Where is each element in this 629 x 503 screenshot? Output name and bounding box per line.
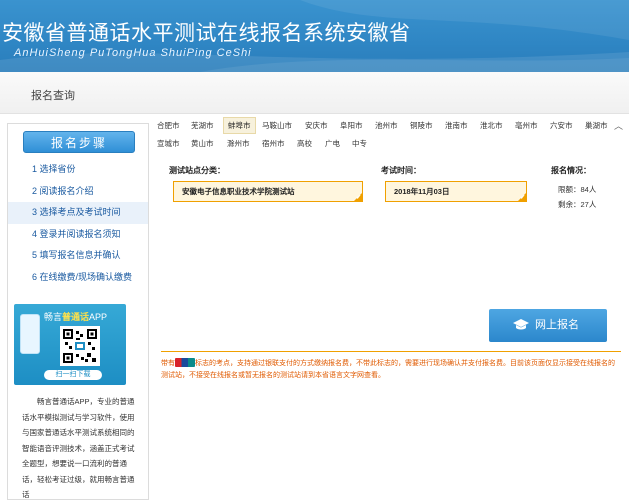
city-link[interactable]: 宣城市	[157, 138, 180, 149]
city-link[interactable]: 安庆市	[305, 120, 328, 131]
city-link[interactable]: 宿州市	[262, 138, 285, 149]
exam-time-value: 2018年11月03日	[394, 187, 450, 196]
check-icon: ✔	[355, 195, 361, 201]
unionpay-icon	[175, 358, 195, 367]
graduation-cap-icon	[513, 319, 529, 330]
notice-prefix: 带有	[161, 360, 175, 367]
breadcrumb-query-link[interactable]: 报名查询	[31, 87, 75, 103]
quota-text: 限额：84人	[558, 185, 597, 194]
city-link[interactable]: 滁州市	[227, 138, 250, 149]
online-signup-button[interactable]: 网上报名	[489, 309, 607, 342]
steps-button[interactable]: 报名步骤	[23, 131, 135, 153]
site-subtitle: AnHuiSheng PuTongHua ShuiPing CeShi	[14, 47, 252, 59]
scan-download-label: 扫一扫下载	[44, 370, 102, 380]
city-link[interactable]: 中专	[352, 138, 367, 149]
city-link[interactable]: 铜陵市	[410, 120, 433, 131]
city-link[interactable]: 阜阳市	[340, 120, 363, 131]
city-link[interactable]: 池州市	[375, 120, 398, 131]
exam-time-label: 考试时间：	[381, 166, 421, 175]
notice-text: 带有 标志的考点，支持通过银联支付的方式缴纳报名费，不带此标志的，需要进行现场确认…	[161, 351, 621, 382]
city-link[interactable]: 广电	[325, 138, 340, 149]
app-description: 畅言普通话APP，专业的普通话水平模拟测试与学习软件，使用与国家普通话水平测试系…	[22, 397, 135, 499]
city-link[interactable]: 马鞍山市	[262, 120, 292, 131]
city-link[interactable]: 亳州市	[515, 120, 538, 131]
sidebar: 报名步骤 1 选择省份 2 阅读报名介绍 3 选择考点及考试时间 4 登录并阅读…	[7, 123, 149, 500]
city-link[interactable]: 巢湖市	[585, 120, 608, 131]
site-category-label: 测试站点分类：	[169, 166, 225, 175]
site-selection[interactable]: 安徽电子信息职业技术学院测试站 ✔	[173, 181, 363, 202]
city-link[interactable]: 芜湖市	[191, 120, 214, 131]
header-banner: 安徽省普通话水平测试在线报名系统安徽省 AnHuiSheng PuTongHua…	[0, 0, 629, 72]
app-download-ad[interactable]: 畅言普通话APP 扫一扫下载	[14, 304, 126, 385]
city-link-selected[interactable]: 蚌埠市	[223, 117, 256, 134]
step-item[interactable]: 1 选择省份	[8, 159, 148, 181]
step-item[interactable]: 2 阅读报名介绍	[8, 181, 148, 203]
steps-list: 1 选择省份 2 阅读报名介绍 3 选择考点及考试时间 4 登录并阅读报名须知 …	[8, 159, 148, 288]
chevron-up-icon[interactable]: ︿	[614, 119, 623, 132]
phone-icon	[20, 314, 40, 354]
app-ad-title: 畅言普通话APP	[44, 312, 108, 322]
site-selection-value: 安徽电子信息职业技术学院测试站	[182, 187, 295, 196]
check-icon: ✔	[519, 195, 525, 201]
step-item[interactable]: 5 填写报名信息并确认	[8, 245, 148, 267]
online-signup-label: 网上报名	[535, 319, 579, 331]
qr-code-icon	[60, 326, 100, 366]
exam-time-selection[interactable]: 2018年11月03日 ✔	[385, 181, 527, 202]
city-link[interactable]: 黄山市	[191, 138, 214, 149]
city-link[interactable]: 高校	[297, 138, 312, 149]
city-link[interactable]: 六安市	[550, 120, 573, 131]
step-item[interactable]: 4 登录并阅读报名须知	[8, 224, 148, 246]
city-link[interactable]: 淮北市	[480, 120, 503, 131]
breadcrumb-bar: 报名查询	[0, 72, 629, 114]
remaining-text: 剩余：27人	[558, 200, 597, 209]
city-link[interactable]: 淮南市	[445, 120, 468, 131]
notice-body: 标志的考点，支持通过银联支付的方式缴纳报名费，不带此标志的，需要进行现场确认并支…	[161, 360, 615, 379]
main-content: 合肥市 芜湖市 蚌埠市 马鞍山市 安庆市 阜阳市 池州市 铜陵市 淮南市 淮北市…	[151, 113, 629, 500]
step-item[interactable]: 6 在线缴费/现场确认缴费	[8, 267, 148, 289]
site-title: 安徽省普通话水平测试在线报名系统安徽省	[2, 21, 411, 45]
step-item-active[interactable]: 3 选择考点及考试时间	[8, 202, 148, 224]
status-label: 报名情况：	[551, 166, 591, 175]
city-link[interactable]: 合肥市	[157, 120, 180, 131]
